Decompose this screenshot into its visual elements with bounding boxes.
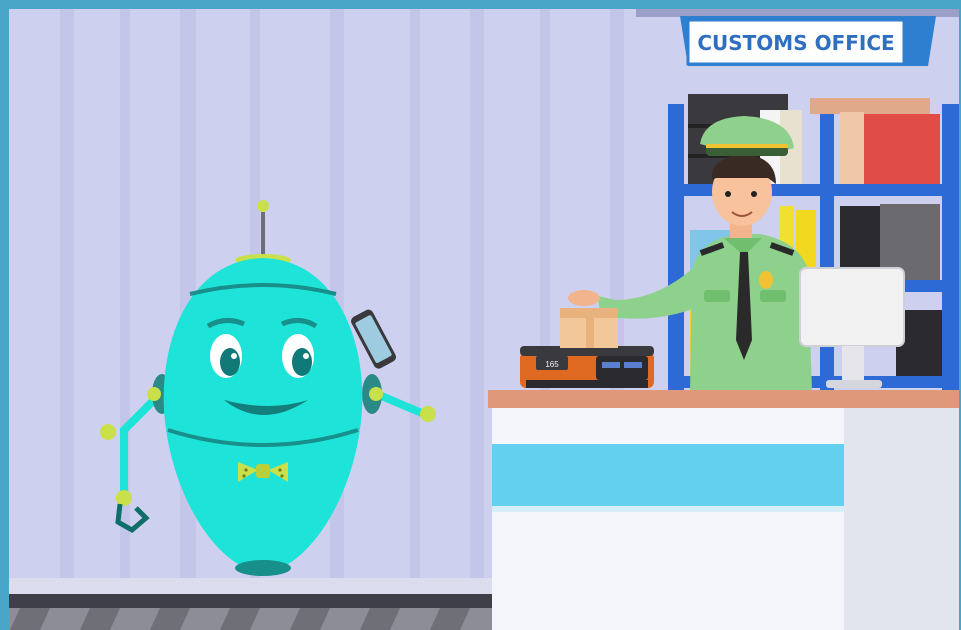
scale-display: 165 <box>545 360 559 369</box>
floor-edge <box>0 594 500 608</box>
robot-antenna-tip <box>257 200 269 212</box>
officer-uniform <box>690 234 812 392</box>
baseboard <box>0 578 500 594</box>
sign-text: CUSTOMS OFFICE <box>697 31 894 55</box>
floor <box>0 608 500 630</box>
package-icon <box>560 308 618 348</box>
customs-counter <box>488 390 961 630</box>
counter-stripe <box>492 444 844 506</box>
ceiling-beam <box>636 9 961 17</box>
customs-office-scene: CUSTOMS OFFICE 165 <box>0 0 961 630</box>
customs-office-sign: CUSTOMS OFFICE <box>680 16 936 66</box>
counter-top <box>488 390 961 408</box>
weighing-scale-icon: 165 <box>520 346 654 388</box>
